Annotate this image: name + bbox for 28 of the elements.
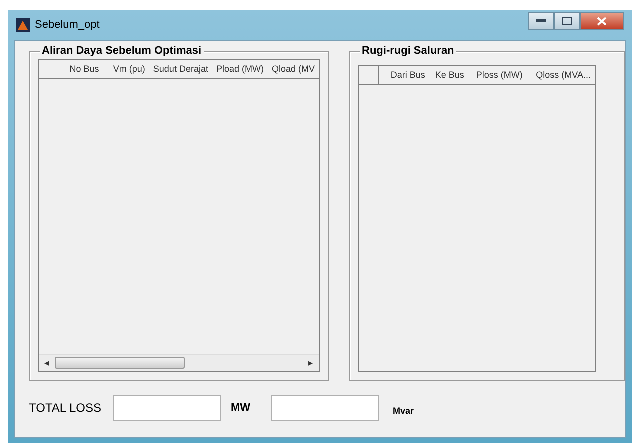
column-header[interactable]: Vm (pu) [103, 60, 150, 78]
horizontal-scrollbar[interactable]: ◂ ▸ [39, 354, 319, 371]
total-loss-label: TOTAL LOSS [29, 401, 102, 415]
scroll-left-button[interactable]: ◂ [39, 358, 55, 368]
unit-label: MW [231, 402, 252, 414]
column-header[interactable]: No Bus [39, 60, 104, 78]
app-icon [16, 18, 30, 32]
input-field[interactable] [113, 395, 221, 421]
column-header[interactable]: Qload (MV [268, 60, 319, 78]
column-header[interactable]: Pload (MW) [212, 60, 268, 78]
scroll-thumb[interactable] [55, 357, 185, 369]
column-header[interactable]: Dari Bus [378, 66, 430, 84]
close-button[interactable] [580, 12, 624, 30]
unit-label: Mvar [393, 406, 414, 416]
panel-title: Rugi-rugi Saluran [360, 45, 456, 57]
column-header[interactable]: Ke Bus [429, 66, 468, 84]
maximize-icon [562, 17, 572, 25]
column-header[interactable]: Qloss (MVA... [526, 66, 596, 84]
maximize-button[interactable] [554, 12, 580, 30]
input-field[interactable] [271, 395, 379, 421]
column-header[interactable]: Ploss (MW) [468, 66, 527, 84]
close-icon [597, 16, 607, 26]
minimize-icon [536, 19, 546, 23]
column-header[interactable]: Sudut Derajat [149, 60, 212, 78]
scroll-right-button[interactable]: ▸ [303, 358, 319, 368]
minimize-button[interactable] [528, 12, 554, 30]
panel-title: Aliran Daya Sebelum Optimasi [40, 45, 204, 57]
window-title: Sebelum_opt [35, 19, 100, 31]
